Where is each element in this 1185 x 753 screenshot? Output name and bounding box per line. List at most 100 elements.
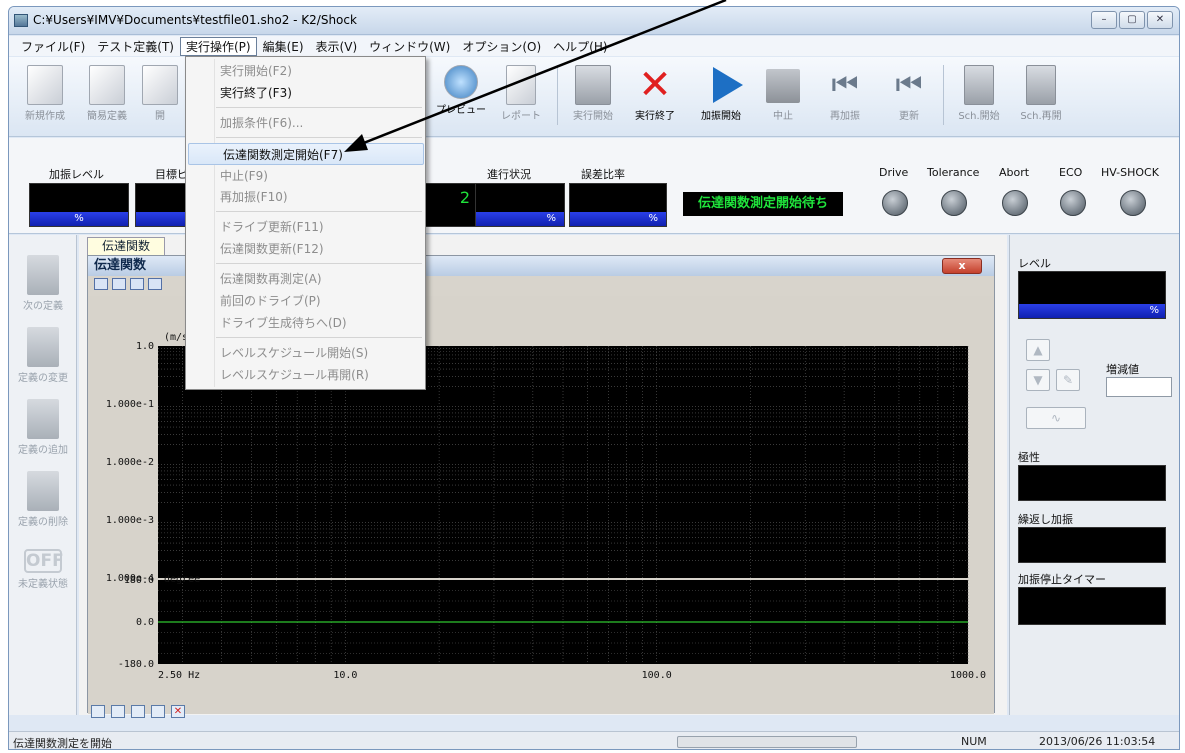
- re-excite-button[interactable]: ⏮ 再加振: [815, 61, 875, 131]
- split-icon[interactable]: [111, 705, 125, 718]
- app-icon[interactable]: [14, 14, 28, 27]
- menu-item-level-schedule-start[interactable]: レベルスケジュール開始(S): [186, 342, 425, 364]
- increment-input[interactable]: [1106, 377, 1172, 397]
- schedule-start-button[interactable]: Sch.開始: [949, 61, 1009, 131]
- run-end-button[interactable]: ✕ 実行終了: [625, 61, 685, 131]
- hv-shock-lamp: [1120, 190, 1146, 216]
- open-icon: [142, 65, 178, 105]
- report-button[interactable]: レポート: [493, 61, 549, 131]
- layout-icon[interactable]: [91, 705, 105, 718]
- x-tick-label: 100.0: [642, 670, 672, 681]
- menu-item-drive-update[interactable]: ドライブ更新(F11): [186, 216, 425, 238]
- caption-buttons: – ▢ ✕: [1091, 11, 1173, 29]
- close-button[interactable]: ✕: [1147, 11, 1173, 29]
- export-icon[interactable]: [131, 705, 145, 718]
- open-button[interactable]: 開: [137, 61, 183, 131]
- definition-sidebar: 次の定義 定義の変更 定義の追加 定義の削除 OFF 未定義状態: [9, 235, 77, 715]
- timer-display: [1018, 587, 1166, 625]
- update-button[interactable]: ⏮ 更新: [879, 61, 939, 131]
- menu-item-tf-remeasure[interactable]: 伝達関数再測定(A): [186, 268, 425, 290]
- add-definition-button[interactable]: 定義の追加: [13, 399, 73, 456]
- delete-icon[interactable]: ✕: [171, 705, 185, 718]
- menu-item-level-schedule-resume[interactable]: レベルスケジュール再開(R): [186, 364, 425, 386]
- decrease-button[interactable]: ▼: [1026, 369, 1050, 391]
- plot-toolbar: [94, 278, 162, 294]
- progress-label: 進行状況: [487, 168, 531, 181]
- tolerance-lamp: [941, 190, 967, 216]
- scale-down-icon[interactable]: [148, 278, 162, 290]
- x-icon: [27, 471, 59, 511]
- menu-item-transfer-function-start[interactable]: 伝達関数測定開始(F7): [188, 143, 424, 165]
- next-definition-button[interactable]: 次の定義: [13, 255, 73, 312]
- edit-increment-button[interactable]: ✎: [1056, 369, 1080, 391]
- status-bar: 伝達関数測定を開始 NUM 2013/06/26 11:03:54: [9, 731, 1179, 749]
- schedule-resume-icon: [1026, 65, 1056, 105]
- delete-definition-button[interactable]: 定義の削除: [13, 471, 73, 528]
- pencil-icon: [27, 327, 59, 367]
- window-title: C:¥Users¥IMV¥Documents¥testfile01.sho2 -…: [33, 13, 357, 27]
- test-status-message: 伝達関数測定開始待ち: [683, 192, 843, 216]
- progress-bar: %: [476, 212, 564, 226]
- down-arrow-icon: [27, 255, 59, 295]
- edit-definition-button[interactable]: 定義の変更: [13, 327, 73, 384]
- menu-run-operation[interactable]: 実行操作(P): [179, 36, 257, 56]
- schedule-resume-button[interactable]: Sch.再開: [1011, 61, 1071, 131]
- status-datetime: 2013/06/26 11:03:54: [1039, 735, 1156, 748]
- error-ratio-display: %: [569, 183, 667, 227]
- title-bar[interactable]: C:¥Users¥IMV¥Documents¥testfile01.sho2 -…: [9, 7, 1179, 35]
- abort-button[interactable]: 中止: [755, 61, 811, 131]
- undefined-state-button[interactable]: OFF 未定義状態: [13, 541, 73, 590]
- lamp-label-drive: Drive: [879, 166, 909, 179]
- tab-transfer-function[interactable]: 伝達関数: [87, 237, 165, 255]
- copy-icon[interactable]: [151, 705, 165, 718]
- new-button[interactable]: 新規作成: [13, 61, 77, 131]
- menu-item-abort[interactable]: 中止(F9): [186, 165, 425, 187]
- menu-file[interactable]: ファイル(F): [15, 37, 91, 56]
- phase-tick-label: -180.0: [118, 659, 154, 670]
- menu-view[interactable]: 表示(V): [310, 37, 364, 56]
- repeat-display: [1018, 527, 1166, 563]
- phase-tick-label: 180.0: [124, 575, 154, 586]
- lamp-label-tolerance: Tolerance: [927, 166, 980, 179]
- y-tick-label: 1.0: [136, 341, 154, 352]
- waveform-button[interactable]: ∿: [1026, 407, 1086, 429]
- level-display: %: [29, 183, 129, 227]
- polarity-label: 極性: [1018, 451, 1040, 464]
- menu-separator: [216, 337, 422, 338]
- off-icon: OFF: [24, 549, 64, 573]
- report-icon: [506, 65, 536, 105]
- menu-item-run-start[interactable]: 実行開始(F2): [186, 60, 425, 82]
- child-close-button[interactable]: x: [942, 258, 982, 274]
- num-lock-indicator: NUM: [961, 735, 987, 748]
- scale-up-icon[interactable]: [130, 278, 144, 290]
- menu-item-run-end[interactable]: 実行終了(F3): [186, 82, 425, 104]
- menu-item-re-excite[interactable]: 再加振(F10): [186, 186, 425, 208]
- excite-start-button[interactable]: 加振開始: [691, 61, 751, 131]
- minimize-button[interactable]: –: [1091, 11, 1117, 29]
- menu-help[interactable]: ヘルプ(H): [547, 37, 613, 56]
- update-icon: ⏮: [895, 67, 923, 102]
- level-label-right: レベル: [1018, 257, 1051, 270]
- x-tick-label: 2.50 Hz: [158, 670, 200, 681]
- run-start-button[interactable]: 実行開始: [563, 61, 623, 131]
- menu-test-definition[interactable]: テスト定義(T): [91, 37, 180, 56]
- menu-item-excitation-condition[interactable]: 加振条件(F6)...: [186, 112, 425, 134]
- error-ratio-label: 誤差比率: [581, 168, 625, 181]
- menu-separator: [216, 263, 422, 264]
- menu-options[interactable]: オプション(O): [456, 37, 547, 56]
- preview-icon: [444, 65, 478, 99]
- y-tick-label: 1.000e-1: [106, 399, 154, 410]
- menu-item-previous-drive[interactable]: 前回のドライブ(P): [186, 290, 425, 312]
- zoom-out-icon[interactable]: [112, 278, 126, 290]
- menu-window[interactable]: ウィンドウ(W): [363, 37, 456, 56]
- maximize-button[interactable]: ▢: [1119, 11, 1145, 29]
- menu-item-tf-update[interactable]: 伝達関数更新(F12): [186, 238, 425, 260]
- menu-edit[interactable]: 編集(E): [257, 37, 310, 56]
- increment-label: 増減値: [1106, 363, 1139, 376]
- zoom-in-icon[interactable]: [94, 278, 108, 290]
- y-tick-label: 1.000e-3: [106, 515, 154, 526]
- preview-button[interactable]: プレビュー: [429, 61, 493, 131]
- increase-button[interactable]: ▲: [1026, 339, 1050, 361]
- menu-item-drive-generation[interactable]: ドライブ生成待ちへ(D): [186, 312, 425, 334]
- quick-define-button[interactable]: 簡易定義: [75, 61, 139, 131]
